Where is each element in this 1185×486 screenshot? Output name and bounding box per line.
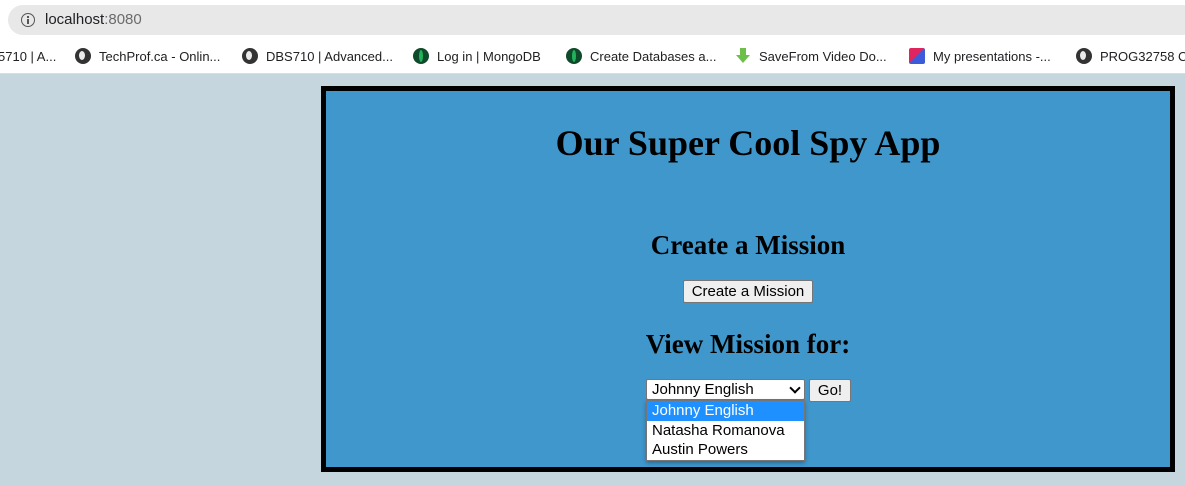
address-bar[interactable]: localhost:8080 <box>8 5 1185 35</box>
url-port: :8080 <box>104 11 142 28</box>
bookmark-item[interactable]: Create Databases a... <box>566 48 716 66</box>
bookmark-item[interactable]: SaveFrom Video Do... <box>735 48 887 66</box>
bookmark-label: 5710 | A... <box>0 49 57 64</box>
bookmark-item[interactable]: TechProf.ca - Onlin... <box>75 48 220 66</box>
agent-option[interactable]: Natasha Romanova <box>647 421 804 441</box>
mongodb-leaf-icon <box>566 48 582 64</box>
view-mission-heading: View Mission for: <box>645 329 851 359</box>
bookmark-label: PROG32758 C <box>1100 49 1185 64</box>
bookmark-item[interactable]: My presentations -... <box>909 48 1051 66</box>
create-mission-button[interactable]: Create a Mission <box>683 280 813 303</box>
page-title: Our Super Cool Spy App <box>555 123 941 163</box>
go-button[interactable]: Go! <box>809 379 851 402</box>
url-text[interactable]: localhost:8080 <box>45 11 142 28</box>
bookmark-item[interactable]: Log in | MongoDB <box>413 48 541 66</box>
bookmark-item[interactable]: 5710 | A... <box>0 48 56 66</box>
globe-icon <box>242 48 258 64</box>
bookmark-item[interactable]: PROG32758 C <box>1076 48 1185 66</box>
bookmark-label: SaveFrom Video Do... <box>759 49 887 64</box>
agent-select[interactable]: Johnny English <box>646 379 805 400</box>
bookmark-label: Create Databases a... <box>590 49 717 64</box>
bookmark-label: My presentations -... <box>933 49 1051 64</box>
agent-select-value: Johnny English <box>652 381 754 398</box>
globe-icon <box>75 48 91 64</box>
info-icon[interactable] <box>21 13 35 27</box>
chevron-down-icon <box>789 382 801 394</box>
download-arrow-icon <box>735 48 751 64</box>
bookmark-label: DBS710 | Advanced... <box>266 49 393 64</box>
agent-dropdown-list: Johnny English Natasha Romanova Austin P… <box>646 400 805 461</box>
create-mission-heading: Create a Mission <box>650 230 846 260</box>
address-bar-area: localhost:8080 <box>0 0 1185 40</box>
bookmarks-bar: 5710 | A... TechProf.ca - Onlin... DBS71… <box>0 40 1185 74</box>
bookmark-label: TechProf.ca - Onlin... <box>99 49 221 64</box>
agent-option[interactable]: Johnny English <box>647 401 804 421</box>
presentation-icon <box>909 48 925 64</box>
spy-app-panel: Our Super Cool Spy App Create a Mission … <box>321 86 1175 472</box>
agent-option[interactable]: Austin Powers <box>647 440 804 460</box>
url-host: localhost <box>45 11 105 28</box>
bookmark-item[interactable]: DBS710 | Advanced... <box>242 48 393 66</box>
mongodb-leaf-icon <box>413 48 429 64</box>
bookmark-label: Log in | MongoDB <box>437 49 541 64</box>
globe-icon <box>1076 48 1092 64</box>
